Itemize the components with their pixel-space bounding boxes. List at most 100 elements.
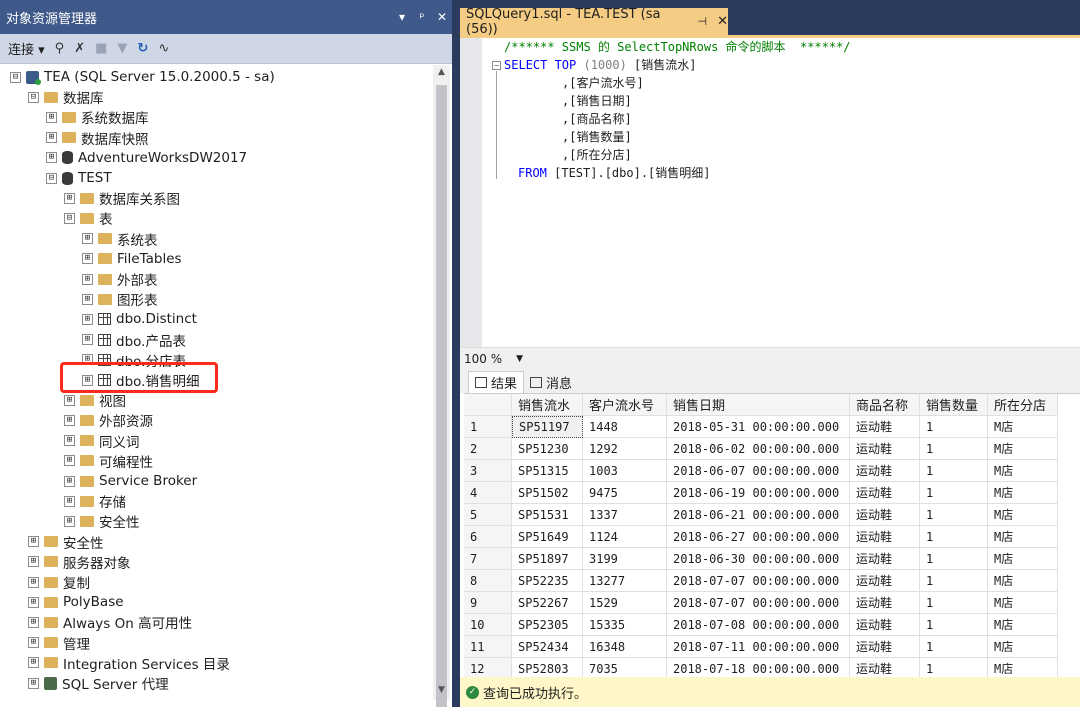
close-icon[interactable]: ✕ — [432, 10, 452, 24]
table-cell[interactable]: 2018-07-07 00:00:00.000 — [667, 570, 850, 592]
column-header[interactable]: 客户流水号 — [583, 394, 667, 416]
table-row[interactable]: 8 SP52235 13277 2018-07-07 00:00:00.000 运动鞋 1… — [464, 570, 1058, 592]
column-header[interactable]: 销售数量 — [920, 394, 988, 416]
table-cell[interactable]: 1 — [920, 504, 988, 526]
expand-node-icon[interactable]: ⊞ — [28, 556, 39, 568]
tree-node[interactable]: ⊞ 系统表 — [82, 229, 158, 249]
row-number-cell[interactable]: 7 — [464, 548, 512, 570]
table-cell[interactable]: 2018-05-31 00:00:00.000 — [667, 416, 850, 438]
expand-node-icon[interactable]: ⊞ — [28, 677, 39, 689]
row-number-cell[interactable]: 2 — [464, 438, 512, 460]
table-row[interactable]: 7 SP51897 3199 2018-06-30 00:00:00.000 运动鞋 1 M… — [464, 548, 1058, 570]
table-cell[interactable]: 运动鞋 — [850, 482, 920, 504]
table-row[interactable]: 6 SP51649 1124 2018-06-27 00:00:00.000 运动鞋 1 M… — [464, 526, 1058, 548]
collapse-node-icon[interactable]: ⊟ — [28, 91, 39, 103]
table-cell[interactable]: 运动鞋 — [850, 460, 920, 482]
stop-icon[interactable]: ■ — [95, 41, 107, 56]
tree-node[interactable]: ⊟ 数据库 — [28, 87, 104, 107]
row-number-cell[interactable]: 6 — [464, 526, 512, 548]
tree-node[interactable]: ⊞ PolyBase — [28, 592, 124, 612]
tree-node[interactable]: ⊞ 安全性 — [28, 532, 104, 552]
tree-node[interactable]: ⊟ 表 — [64, 208, 113, 228]
tree-node[interactable]: ⊞ dbo.Distinct — [82, 309, 197, 329]
table-row[interactable]: 1 SP51197 1448 2018-05-31 00:00:00.000 运动鞋 1 M… — [464, 416, 1058, 438]
expand-node-icon[interactable]: ⊞ — [28, 576, 39, 588]
table-cell[interactable]: M店 — [988, 482, 1058, 504]
expand-node-icon[interactable]: ⊞ — [64, 394, 75, 406]
table-cell[interactable]: 3199 — [583, 548, 667, 570]
expand-node-icon[interactable]: ⊞ — [28, 536, 39, 548]
tree-node[interactable]: ⊟ TEA (SQL Server 15.0.2000.5 - sa) — [10, 67, 275, 87]
table-cell[interactable]: 1529 — [583, 592, 667, 614]
table-row[interactable]: 3 SP51315 1003 2018-06-07 00:00:00.000 运动鞋 1 M… — [464, 460, 1058, 482]
tree-node[interactable]: ⊞ FileTables — [82, 249, 182, 269]
table-cell[interactable]: SP51897 — [512, 548, 583, 570]
column-header[interactable]: 商品名称 — [850, 394, 920, 416]
row-number-cell[interactable]: 11 — [464, 636, 512, 658]
tab-pin-icon[interactable]: ⊣ — [698, 15, 708, 28]
tab-close-icon[interactable]: ✕ — [717, 14, 728, 29]
table-cell[interactable]: 运动鞋 — [850, 614, 920, 636]
tree-node[interactable]: ⊞ Integration Services 目录 — [28, 653, 230, 673]
table-cell[interactable]: 1337 — [583, 504, 667, 526]
zoom-level[interactable]: 100 % — [464, 352, 502, 366]
table-cell[interactable]: 1 — [920, 438, 988, 460]
tree-node[interactable]: ⊞ Service Broker — [64, 471, 197, 491]
collapse-node-icon[interactable]: ⊟ — [10, 71, 21, 83]
column-header[interactable]: 销售日期 — [667, 394, 850, 416]
expand-node-icon[interactable]: ⊞ — [82, 293, 93, 305]
tab-results[interactable]: 结果 — [468, 371, 525, 393]
table-cell[interactable]: 1 — [920, 592, 988, 614]
tree-node[interactable]: ⊞ 服务器对象 — [28, 552, 131, 572]
table-cell[interactable]: M店 — [988, 526, 1058, 548]
expand-node-icon[interactable]: ⊞ — [46, 111, 57, 123]
table-cell[interactable]: 运动鞋 — [850, 658, 920, 677]
table-cell[interactable]: 2018-07-08 00:00:00.000 — [667, 614, 850, 636]
table-cell[interactable]: 1 — [920, 614, 988, 636]
refresh-icon[interactable]: ↻ — [137, 41, 148, 56]
collapse-icon[interactable]: − — [492, 61, 501, 70]
row-number-cell[interactable]: 5 — [464, 504, 512, 526]
row-number-cell[interactable]: 1 — [464, 416, 512, 438]
tab-messages[interactable]: 消息 — [524, 371, 578, 393]
scrollbar-thumb[interactable] — [436, 85, 447, 707]
table-cell[interactable]: 2018-07-07 00:00:00.000 — [667, 592, 850, 614]
tree-node[interactable]: ⊞ 可编程性 — [64, 451, 153, 471]
tree-node[interactable]: ⊞ SQL Server 代理 — [28, 673, 169, 693]
table-row[interactable]: 10 SP52305 15335 2018-07-08 00:00:00.000 运动鞋… — [464, 614, 1058, 636]
disconnect-icon[interactable]: ✗ — [74, 41, 85, 56]
table-row[interactable]: 9 SP52267 1529 2018-07-07 00:00:00.000 运动鞋 1 M… — [464, 592, 1058, 614]
table-row[interactable]: 2 SP51230 1292 2018-06-02 00:00:00.000 运动鞋 1 M… — [464, 438, 1058, 460]
tree-node[interactable]: ⊞ 视图 — [64, 390, 126, 410]
table-cell[interactable]: 运动鞋 — [850, 636, 920, 658]
table-cell[interactable]: 1 — [920, 460, 988, 482]
expand-node-icon[interactable]: ⊞ — [82, 313, 93, 325]
table-cell[interactable]: M店 — [988, 592, 1058, 614]
table-cell[interactable]: M店 — [988, 416, 1058, 438]
table-cell[interactable]: M店 — [988, 636, 1058, 658]
table-cell[interactable]: 运动鞋 — [850, 592, 920, 614]
zoom-dropdown-icon[interactable]: ▼ — [516, 354, 523, 364]
expand-node-icon[interactable]: ⊞ — [64, 495, 75, 507]
table-cell[interactable]: SP52267 — [512, 592, 583, 614]
table-cell[interactable]: M店 — [988, 614, 1058, 636]
row-number-cell[interactable]: 9 — [464, 592, 512, 614]
table-cell[interactable]: SP52235 — [512, 570, 583, 592]
tree-node[interactable]: ⊟ TEST — [46, 168, 112, 188]
expand-node-icon[interactable]: ⊞ — [28, 596, 39, 608]
table-cell[interactable]: 1292 — [583, 438, 667, 460]
row-number-cell[interactable]: 3 — [464, 460, 512, 482]
row-number-cell[interactable]: 8 — [464, 570, 512, 592]
table-cell[interactable]: 运动鞋 — [850, 438, 920, 460]
table-cell[interactable]: M店 — [988, 570, 1058, 592]
tree-node[interactable]: ⊞ 同义词 — [64, 431, 140, 451]
tree-scrollbar[interactable]: ▲ ▼ — [433, 65, 450, 707]
table-cell[interactable]: SP52434 — [512, 636, 583, 658]
table-cell[interactable]: 运动鞋 — [850, 548, 920, 570]
expand-node-icon[interactable]: ⊞ — [82, 253, 93, 265]
table-cell[interactable]: 2018-06-07 00:00:00.000 — [667, 460, 850, 482]
collapse-node-icon[interactable]: ⊟ — [46, 172, 57, 184]
table-cell[interactable]: 2018-06-27 00:00:00.000 — [667, 526, 850, 548]
connect-button[interactable]: 连接 ▾ — [8, 39, 45, 58]
table-cell[interactable]: 1124 — [583, 526, 667, 548]
